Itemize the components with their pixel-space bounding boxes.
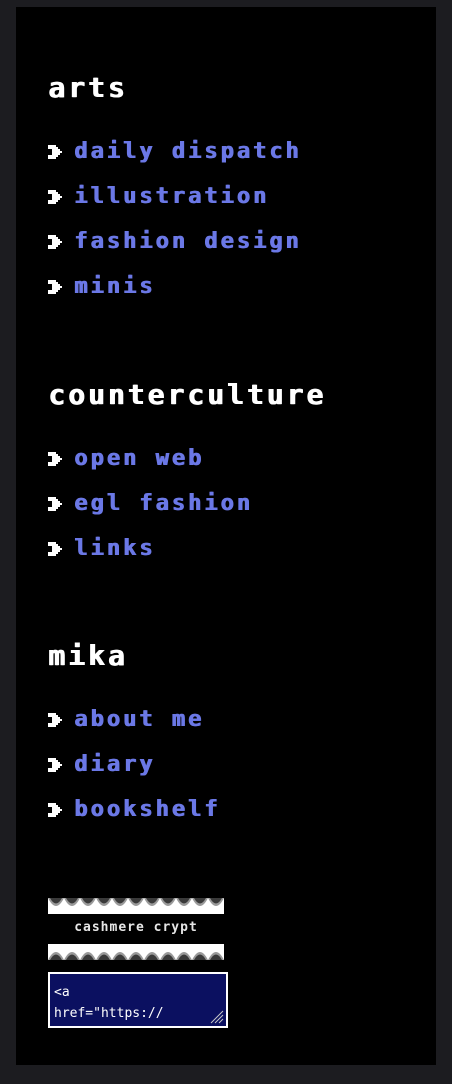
arrow-bullet-icon [48,497,62,511]
section-arts: arts daily dispatch illustration fashion… [48,72,301,320]
nav-link-about-me[interactable]: about me [74,708,204,732]
arrow-bullet-icon [48,235,62,249]
nav-item-illustration[interactable]: illustration [48,185,301,230]
section-heading-arts: arts [48,71,128,104]
section-counterculture: counterculture open web egl fashion link… [48,379,326,582]
section-heading-counterculture: counterculture [48,378,327,411]
nav-link-daily-dispatch[interactable]: daily dispatch [74,140,301,164]
arrow-bullet-icon [48,145,62,159]
nav-link-open-web[interactable]: open web [74,447,204,471]
nav-item-links[interactable]: links [48,537,326,582]
nav-item-about-me[interactable]: about me [48,708,220,753]
cashmere-crypt-text: cashmere crypt [74,920,198,935]
arrow-bullet-icon [48,280,62,294]
section-heading-mika: mika [48,639,128,672]
section-mika: mika about me diary bookshelf [48,640,220,843]
nav-item-diary[interactable]: diary [48,753,220,798]
scallop-border-top [48,898,224,914]
code-line-2: href="https:// [54,1006,164,1021]
nav-item-bookshelf[interactable]: bookshelf [48,798,220,843]
cashmere-crypt-badge[interactable]: cashmere crypt [48,898,224,960]
nav-list-mika: about me diary bookshelf [48,708,220,843]
scallop-border-bottom [48,944,224,960]
nav-link-minis[interactable]: minis [74,275,155,299]
nav-link-bookshelf[interactable]: bookshelf [74,798,220,822]
nav-link-links[interactable]: links [74,537,155,561]
arrow-bullet-icon [48,713,62,727]
resize-grip-icon[interactable] [208,1008,224,1024]
arrow-bullet-icon [48,542,62,556]
arrow-bullet-icon [48,452,62,466]
code-line-1: <a [54,985,70,1000]
nav-link-fashion-design[interactable]: fashion design [74,230,301,254]
nav-link-illustration[interactable]: illustration [74,185,269,209]
nav-list-arts: daily dispatch illustration fashion desi… [48,140,301,320]
embed-code-textarea[interactable]: <a href="https:// [48,972,228,1028]
nav-item-open-web[interactable]: open web [48,447,326,492]
arrow-bullet-icon [48,803,62,817]
nav-link-egl-fashion[interactable]: egl fashion [74,492,253,516]
arrow-bullet-icon [48,758,62,772]
nav-item-egl-fashion[interactable]: egl fashion [48,492,326,537]
nav-item-minis[interactable]: minis [48,275,301,320]
nav-link-diary[interactable]: diary [74,753,155,777]
arrow-bullet-icon [48,190,62,204]
nav-list-counterculture: open web egl fashion links [48,447,326,582]
nav-item-fashion-design[interactable]: fashion design [48,230,301,275]
nav-item-daily-dispatch[interactable]: daily dispatch [48,140,301,185]
